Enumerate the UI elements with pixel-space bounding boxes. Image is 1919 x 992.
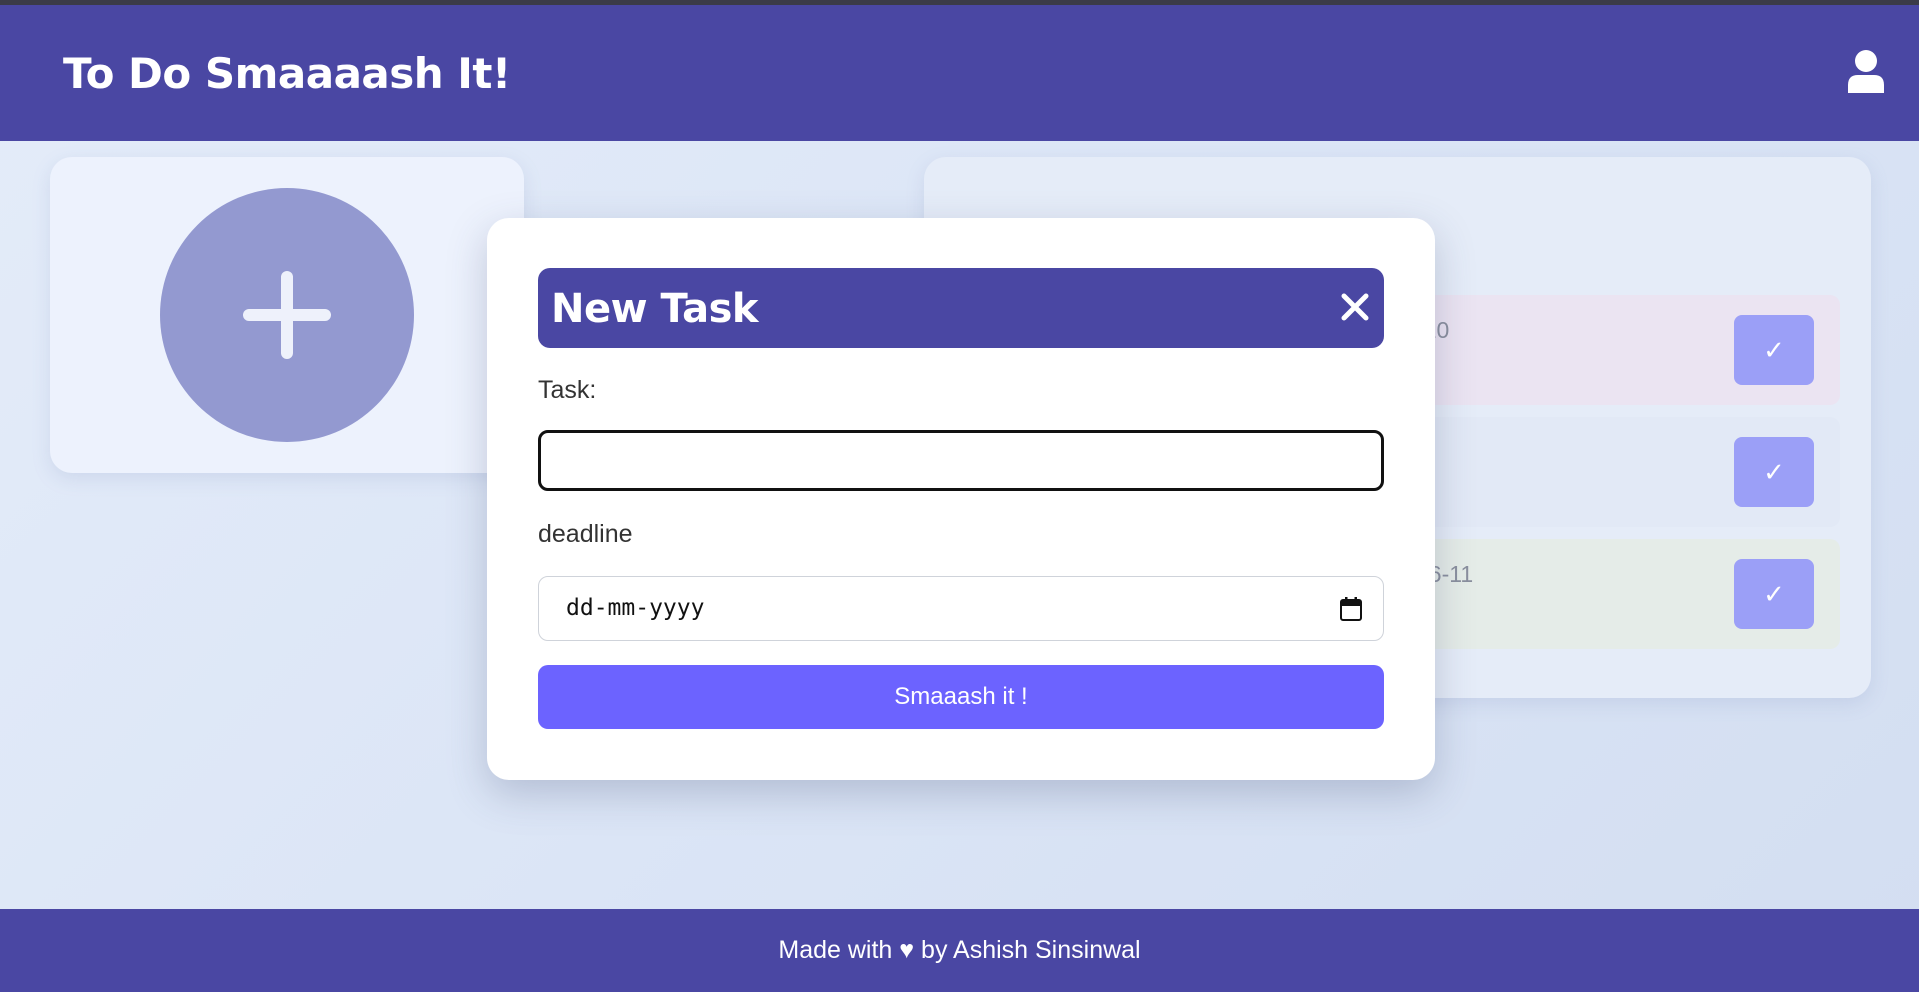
- date-placeholder: dd-mm-yyyy: [566, 595, 705, 621]
- modal-header: New Task: [538, 268, 1384, 348]
- footer: Made with ♥ by Ashish Sinsinwal: [0, 909, 1919, 992]
- submit-task-button[interactable]: Smaaash it !: [538, 665, 1384, 729]
- close-icon[interactable]: [1339, 291, 1371, 323]
- new-task-modal: New Task Task: deadline dd-mm-yyyy Smaaa…: [487, 218, 1435, 780]
- calendar-icon[interactable]: [1339, 596, 1363, 622]
- task-input[interactable]: [538, 430, 1384, 491]
- deadline-date-input[interactable]: dd-mm-yyyy: [538, 576, 1384, 641]
- modal-title: New Task: [551, 286, 759, 332]
- deadline-label: deadline: [538, 520, 633, 548]
- task-label: Task:: [538, 376, 597, 404]
